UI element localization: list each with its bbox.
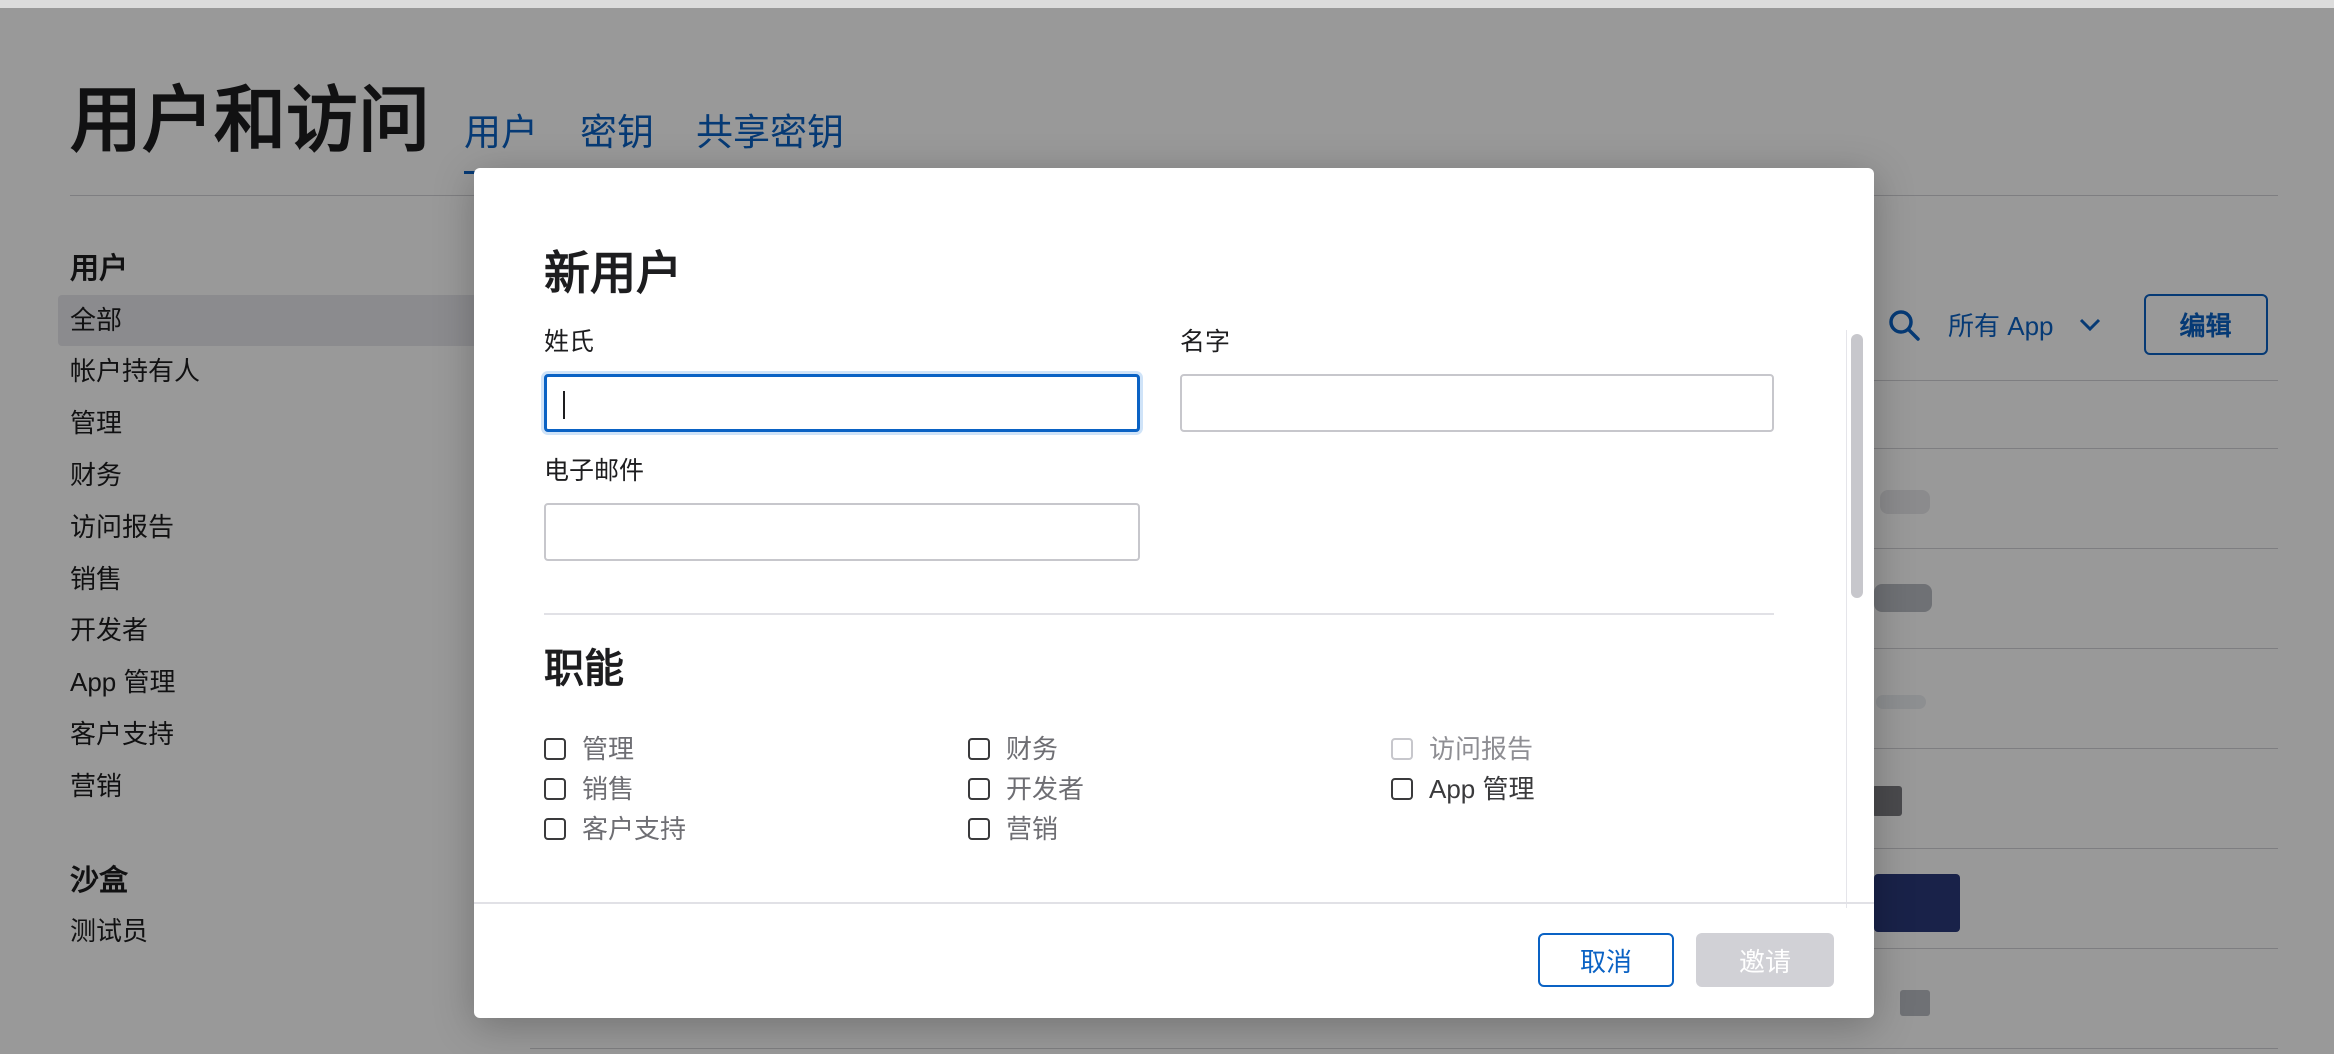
checkbox [1391, 738, 1413, 760]
last-name-label: 姓氏 [544, 328, 595, 356]
last-name-input[interactable] [544, 374, 1140, 432]
checkbox[interactable] [968, 818, 990, 840]
role-checkbox-admin[interactable]: 管理 [544, 736, 634, 762]
role-label: 客户支持 [582, 814, 687, 844]
role-label: 开发者 [1006, 774, 1085, 804]
roles-title: 职能 [544, 647, 624, 691]
role-label: 管理 [582, 734, 635, 764]
role-checkbox-finance[interactable]: 财务 [968, 736, 1058, 762]
invite-button: 邀请 [1696, 933, 1834, 987]
role-checkbox-access-reports: 访问报告 [1391, 736, 1533, 762]
text-caret [563, 391, 565, 419]
dialog-scrollbar[interactable] [1846, 330, 1865, 908]
first-name-label: 名字 [1180, 328, 1231, 356]
checkbox[interactable] [544, 738, 566, 760]
role-label: App 管理 [1429, 774, 1535, 804]
cancel-button[interactable]: 取消 [1538, 933, 1674, 987]
role-label: 财务 [1006, 734, 1059, 764]
section-divider [544, 613, 1774, 615]
role-label: 销售 [582, 774, 635, 804]
checkbox[interactable] [1391, 778, 1413, 800]
role-checkbox-developer[interactable]: 开发者 [968, 776, 1084, 802]
new-user-dialog: 新用户 姓氏 名字 电子邮件 职能 管理 财务 访问报告 销售 开发者 App … [474, 168, 1874, 1018]
checkbox[interactable] [544, 778, 566, 800]
role-checkbox-customer-support[interactable]: 客户支持 [544, 816, 686, 842]
first-name-input[interactable] [1180, 374, 1774, 432]
role-checkbox-app-manager[interactable]: App 管理 [1391, 776, 1535, 802]
top-bar [0, 0, 2334, 8]
role-checkbox-sales[interactable]: 销售 [544, 776, 634, 802]
role-label: 营销 [1006, 814, 1059, 844]
dialog-title: 新用户 [544, 247, 682, 299]
checkbox[interactable] [544, 818, 566, 840]
email-input[interactable] [544, 503, 1140, 561]
email-label: 电子邮件 [544, 457, 645, 485]
checkbox[interactable] [968, 778, 990, 800]
scrollbar-thumb[interactable] [1851, 334, 1863, 598]
role-label: 访问报告 [1429, 734, 1534, 764]
checkbox[interactable] [968, 738, 990, 760]
role-checkbox-marketing[interactable]: 营销 [968, 816, 1058, 842]
dialog-footer: 取消 邀请 [474, 902, 1874, 1018]
